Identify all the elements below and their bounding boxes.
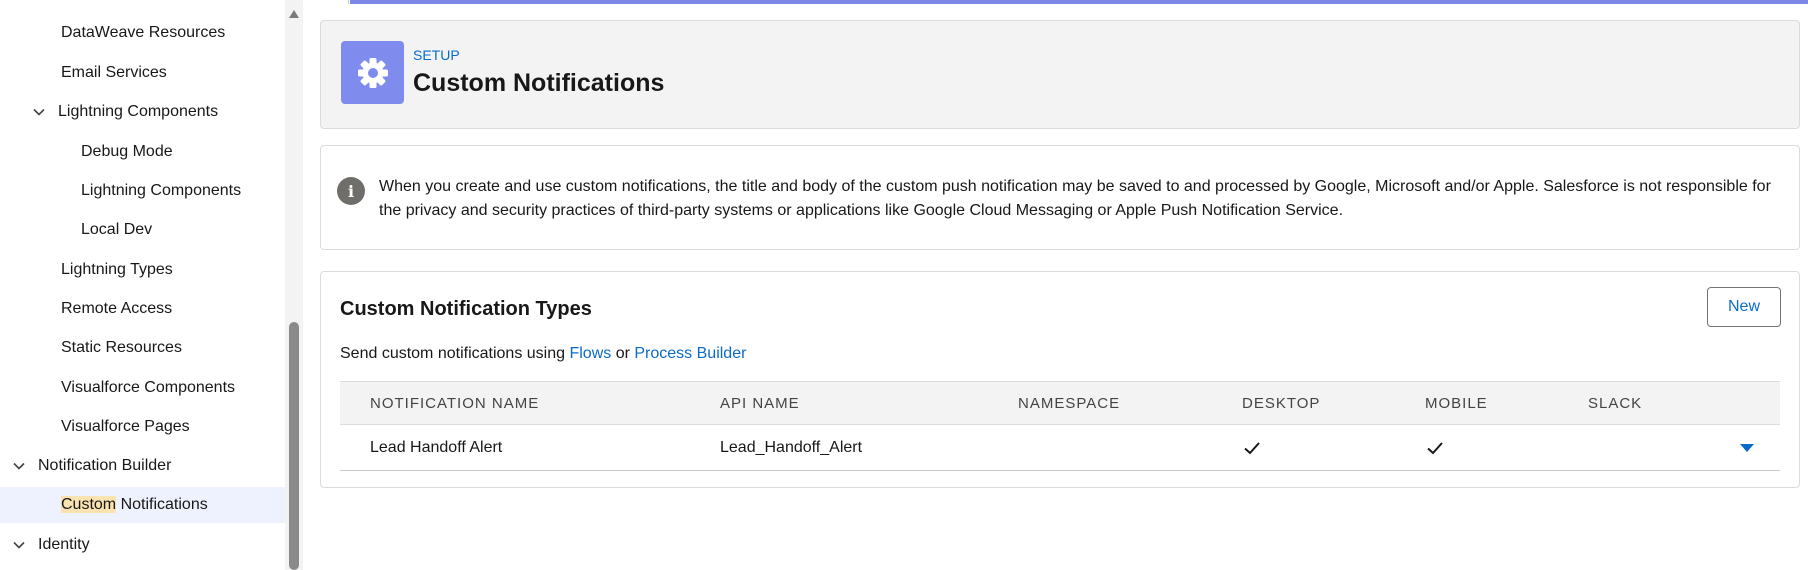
column-header-api-name[interactable]: API Name (720, 395, 800, 412)
sidebar-item-label: Local Dev (81, 221, 153, 238)
sidebar-item-identity[interactable]: Identity (0, 527, 285, 563)
table-header: Notification Name API Name Namespace Des… (340, 381, 1780, 425)
info-text: When you create and use custom notificat… (379, 178, 1771, 219)
cell-api-name: Lead_Handoff_Alert (720, 439, 863, 456)
description-text: or (611, 345, 635, 362)
page-eyebrow: SETUP (413, 47, 460, 63)
process-builder-link[interactable]: Process Builder (634, 345, 746, 362)
page-title: Custom Notifications (413, 69, 665, 97)
scroll-up-arrow-icon[interactable] (289, 10, 299, 18)
sidebar-item-label: Visualforce Components (61, 379, 236, 396)
section-title: Custom Notification Types (340, 298, 592, 320)
search-highlight: Custom (61, 496, 117, 513)
sidebar-scrollbar[interactable] (285, 0, 303, 570)
sidebar-item-label: Debug Mode (81, 143, 173, 160)
sidebar-item-label: Identity (38, 536, 90, 553)
page-header: SETUP Custom Notifications (320, 20, 1800, 129)
notification-types-table: Notification Name API Name Namespace Des… (340, 381, 1780, 471)
column-header-namespace[interactable]: Namespace (1018, 395, 1120, 412)
section-description: Send custom notifications using Flows or… (340, 345, 746, 363)
sidebar-item-lightning-components[interactable]: Lightning Components (0, 173, 285, 209)
chevron-down-icon[interactable] (12, 459, 26, 473)
sidebar-item-static-resources[interactable]: Static Resources (0, 330, 285, 366)
desktop-check-icon (1242, 438, 1262, 458)
sidebar-item-label: DataWeave Resources (61, 24, 226, 41)
sidebar-item-visualforce-components[interactable]: Visualforce Components (0, 370, 285, 406)
notification-types-card: Custom Notification Types New Send custo… (320, 271, 1800, 488)
setup-sidebar: DataWeave Resources Email Services Light… (0, 0, 285, 570)
table-row: Lead Handoff Alert Lead_Handoff_Alert (340, 425, 1780, 471)
sidebar-item-label: Visualforce Pages (61, 418, 190, 435)
column-header-notification-name[interactable]: Notification Name (370, 395, 539, 412)
chevron-down-icon[interactable] (32, 105, 46, 119)
sidebar-item-remote-access[interactable]: Remote Access (0, 291, 285, 327)
flows-link[interactable]: Flows (569, 345, 611, 362)
sidebar-item-lightning-types[interactable]: Lightning Types (0, 252, 285, 288)
gear-icon (341, 41, 404, 104)
sidebar-item-email-services[interactable]: Email Services (0, 55, 285, 91)
sidebar-item-label: Remote Access (61, 300, 173, 317)
info-notice: i When you create and use custom notific… (320, 145, 1800, 250)
sidebar-item-debug-mode[interactable]: Debug Mode (0, 134, 285, 170)
sidebar-item-label: Notification Builder (38, 457, 172, 474)
row-actions-dropdown-icon[interactable] (1740, 444, 1754, 452)
sidebar-item-dataweave-resources[interactable]: DataWeave Resources (0, 15, 285, 51)
sidebar-item-label: Lightning Components (58, 103, 219, 120)
column-header-slack[interactable]: Slack (1588, 395, 1642, 412)
sidebar-item-notification-builder[interactable]: Notification Builder (0, 448, 285, 484)
sidebar-item-label: Lightning Components (81, 182, 242, 199)
info-icon: i (337, 177, 365, 205)
column-header-desktop[interactable]: Desktop (1242, 395, 1320, 412)
mobile-check-icon (1425, 438, 1445, 458)
sidebar-item-label-rest: Notifications (116, 496, 208, 513)
new-button[interactable]: New (1707, 287, 1781, 327)
sidebar-item-label: Email Services (61, 64, 167, 81)
sidebar-item-label: Static Resources (61, 339, 182, 356)
cell-notification-name[interactable]: Lead Handoff Alert (370, 439, 502, 457)
sidebar-item-lightning-components-group[interactable]: Lightning Components (0, 94, 285, 130)
sidebar-item-label: Custom Notifications (61, 496, 208, 514)
sidebar-item-local-dev[interactable]: Local Dev (0, 212, 285, 248)
sidebar-item-label: Lightning Types (61, 261, 173, 278)
scrollbar-thumb[interactable] (289, 322, 299, 570)
chevron-down-icon[interactable] (12, 538, 26, 552)
sidebar-item-visualforce-pages[interactable]: Visualforce Pages (0, 409, 285, 445)
description-text: Send custom notifications using (340, 345, 570, 362)
column-header-mobile[interactable]: Mobile (1425, 395, 1488, 412)
sidebar-item-custom-notifications[interactable]: Custom Notifications (0, 487, 285, 523)
